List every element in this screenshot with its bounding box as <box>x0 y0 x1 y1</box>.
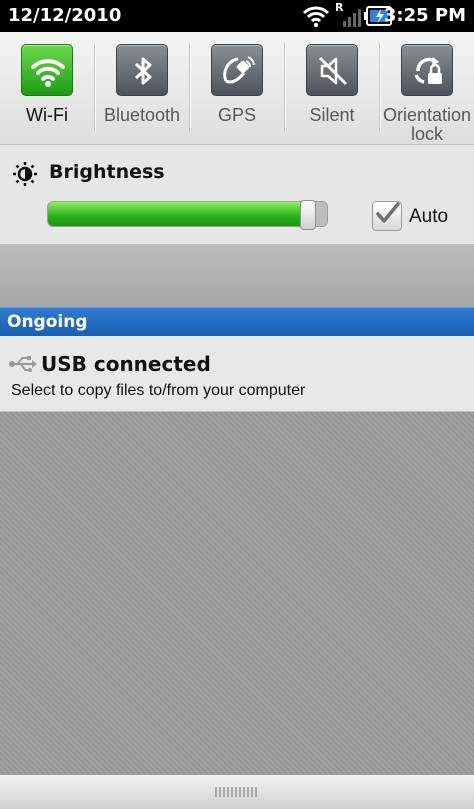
gps-toggle-button[interactable] <box>211 44 263 96</box>
silent-toggle-label: Silent <box>309 105 355 125</box>
cell-signal-icon <box>343 9 361 27</box>
silent-speaker-icon <box>318 56 348 86</box>
toggle-bluetooth[interactable]: Bluetooth <box>95 32 189 144</box>
gps-toggle-label: GPS <box>217 105 256 125</box>
toggle-gps[interactable]: GPS <box>190 32 284 144</box>
empty-notification-area <box>0 412 474 774</box>
quick-toggles-panel: Wi-Fi Bluetooth GPS Silent Orientation l… <box>0 32 474 145</box>
status-date: 12/12/2010 <box>8 5 122 26</box>
brightness-slider-thumb[interactable] <box>300 200 316 230</box>
auto-brightness-checkbox[interactable] <box>372 201 402 231</box>
status-bar: 12/12/2010 R 3:25 PM <box>0 0 474 32</box>
status-time: 3:25 PM <box>383 5 466 26</box>
auto-brightness-label: Auto <box>409 206 449 227</box>
orientation-lock-toggle-label: Orientation lock <box>382 105 472 144</box>
usb-notification[interactable]: USB connected Select to copy files to/fr… <box>0 336 474 412</box>
notification-title: USB connected <box>41 352 211 376</box>
wifi-toggle-label: Wi-Fi <box>26 105 68 125</box>
wifi-icon <box>31 59 65 87</box>
usb-icon <box>9 356 37 372</box>
brightness-slider[interactable] <box>47 200 328 230</box>
ongoing-header-label: Ongoing <box>7 312 88 332</box>
checkmark-icon <box>376 202 400 223</box>
brightness-title: Brightness <box>49 161 165 183</box>
brightness-panel: Brightness Auto <box>0 145 474 245</box>
orientation-lock-toggle-button[interactable] <box>401 44 453 96</box>
grip-icon <box>215 787 259 797</box>
notification-text: Select to copy files to/from your comput… <box>11 382 306 399</box>
wifi-toggle-button[interactable] <box>21 44 73 96</box>
wifi-signal-icon <box>302 6 330 28</box>
toggle-silent[interactable]: Silent <box>285 32 379 144</box>
silent-toggle-button[interactable] <box>306 44 358 96</box>
brightness-icon <box>13 162 37 186</box>
toggle-wifi[interactable]: Wi-Fi <box>0 32 94 144</box>
ongoing-section-header: Ongoing <box>0 307 474 336</box>
status-icons: R <box>302 1 394 29</box>
bluetooth-toggle-button[interactable] <box>116 44 168 96</box>
bluetooth-icon <box>134 57 152 85</box>
toggle-orientation-lock[interactable]: Orientation lock <box>380 32 474 144</box>
bluetooth-toggle-label: Bluetooth <box>103 105 181 125</box>
divider-band <box>0 245 474 308</box>
notification-drawer-handle[interactable] <box>0 774 474 809</box>
gps-satellite-icon <box>223 56 255 84</box>
orientation-lock-icon <box>414 57 442 84</box>
brightness-slider-fill <box>48 202 308 226</box>
